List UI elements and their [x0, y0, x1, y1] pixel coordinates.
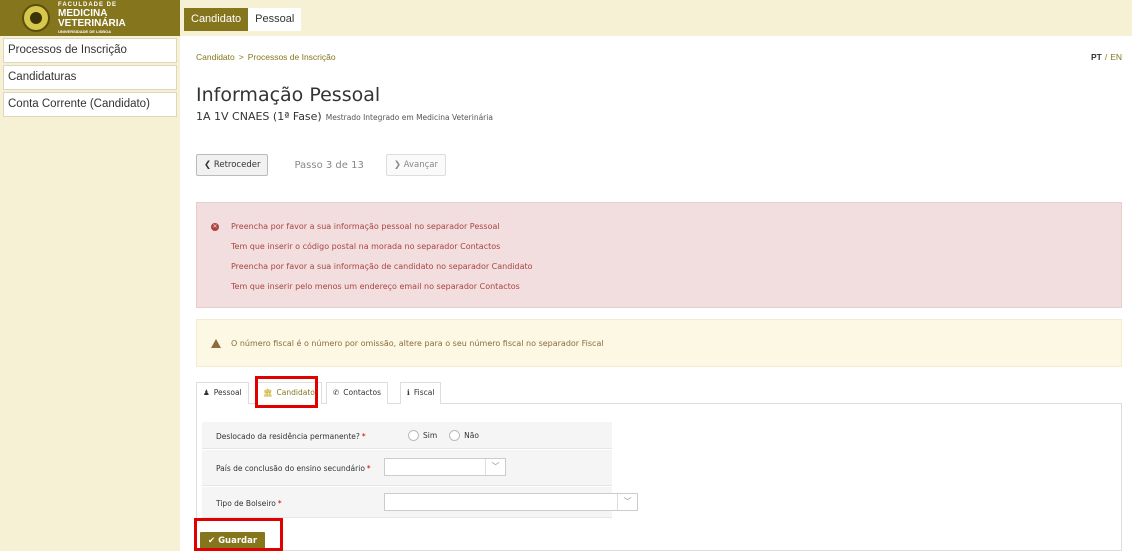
logo-line-2: MEDICINA — [58, 7, 108, 19]
globe-emblem-icon — [22, 4, 50, 32]
warning-triangle-icon — [211, 339, 221, 348]
breadcrumb-separator: > — [238, 52, 244, 62]
page-title: Informação Pessoal — [196, 84, 381, 106]
logo-text: FACULDADE DE MEDICINA VETERINÁRIA UNIVER… — [58, 2, 126, 35]
relocated-label-text: Deslocado da residência permanente? — [216, 432, 360, 441]
stepper: ❮ Retroceder Passo 3 de 13 ❯ Avançar — [196, 154, 446, 176]
warning-message: O número fiscal é o número por omissão, … — [231, 339, 604, 348]
breadcrumb: Candidato > Processos de Inscrição — [196, 52, 336, 62]
logo-line-3: VETERINÁRIA — [58, 17, 126, 29]
phone-icon: ✆ — [333, 388, 340, 397]
step-indicator: Passo 3 de 13 — [294, 159, 364, 171]
relocated-radio-group: Sim Não — [408, 430, 491, 441]
tab-label: Fiscal — [413, 388, 435, 397]
top-nav-tabs: Candidato Pessoal — [184, 8, 302, 31]
error-message: Tem que inserir o código postal na morad… — [231, 242, 501, 251]
top-bar: FACULDADE DE MEDICINA VETERINÁRIA UNIVER… — [0, 0, 1132, 36]
lang-en[interactable]: EN — [1110, 52, 1122, 62]
form-row-scholarship: Tipo de Bolseiro * ﹀ — [202, 487, 638, 518]
scholarship-label: Tipo de Bolseiro * — [216, 499, 282, 508]
error-message: Preencha por favor a sua informação de c… — [231, 262, 533, 271]
error-alert: ✕ Preencha por favor a sua informação pe… — [196, 202, 1122, 308]
lang-separator: / — [1104, 52, 1108, 62]
info-icon: ℹ — [407, 388, 410, 397]
warning-alert: O número fiscal é o número por omissão, … — [196, 319, 1122, 367]
error-message: Preencha por favor a sua informação pess… — [231, 222, 500, 231]
tab-contactos[interactable]: ✆ Contactos — [326, 382, 388, 404]
top-tab-candidato[interactable]: Candidato — [184, 8, 249, 31]
subtitle-course: Mestrado Integrado em Medicina Veterinár… — [325, 113, 493, 122]
faculty-logo[interactable]: FACULDADE DE MEDICINA VETERINÁRIA UNIVER… — [0, 0, 180, 36]
radio-nao-label[interactable]: Não — [464, 431, 479, 440]
user-icon: ♟ — [203, 388, 210, 397]
breadcrumb-item-processos[interactable]: Processos de Inscrição — [248, 52, 336, 62]
radio-sim-label[interactable]: Sim — [423, 431, 437, 440]
scholarship-label-text: Tipo de Bolseiro — [216, 499, 276, 508]
back-button[interactable]: ❮ Retroceder — [196, 154, 269, 176]
page-subtitle: 1A 1V CNAES (1ª Fase) Mestrado Integrado … — [196, 110, 493, 123]
main-content: Candidato > Processos de Inscrição PT / EN I… — [180, 36, 1132, 551]
country-select[interactable]: ﹀ — [384, 458, 506, 476]
highlight-save-button — [194, 518, 283, 551]
error-message: Tem que inserir pelo menos um endereço e… — [231, 282, 520, 291]
tab-pessoal[interactable]: ♟ Pessoal — [196, 382, 249, 404]
logo-line-4: UNIVERSIDADE DE LISBOA — [58, 28, 112, 34]
sidebar: Processos de Inscrição Candidaturas Cont… — [0, 36, 180, 551]
country-label-text: País de conclusão do ensino secundário — [216, 464, 365, 473]
form-tabs: ♟ Pessoal 🏛 Candidato ✆ Contactos ℹ Fiscal — [196, 382, 1122, 404]
required-mark: * — [277, 499, 282, 508]
radio-nao[interactable] — [449, 430, 461, 441]
form-row-relocated: Deslocado da residência permanente? * Sim… — [202, 422, 612, 449]
scholarship-select[interactable]: ﹀ — [384, 493, 638, 511]
tab-label: Contactos — [343, 388, 381, 397]
sidebar-item-processos[interactable]: Processos de Inscrição — [3, 38, 177, 63]
language-switcher: PT / EN — [1091, 52, 1122, 62]
tab-fiscal[interactable]: ℹ Fiscal — [400, 382, 442, 404]
sidebar-item-candidaturas[interactable]: Candidaturas — [3, 65, 177, 90]
chevron-down-icon: ﹀ — [617, 494, 637, 510]
subtitle-phase: 1A 1V CNAES (1ª Fase) — [196, 110, 322, 123]
required-mark: * — [366, 464, 371, 473]
lang-pt[interactable]: PT — [1091, 52, 1102, 62]
radio-sim[interactable] — [408, 430, 419, 441]
next-button[interactable]: ❯ Avançar — [385, 154, 446, 176]
error-circle-icon: ✕ — [211, 223, 219, 231]
top-tab-pessoal[interactable]: Pessoal — [248, 8, 302, 31]
form-row-country: País de conclusão do ensino secundário * … — [202, 450, 612, 486]
breadcrumb-item-candidato[interactable]: Candidato — [196, 52, 235, 62]
tab-label: Pessoal — [213, 388, 242, 397]
sidebar-item-conta-corrente[interactable]: Conta Corrente (Candidato) — [3, 92, 177, 117]
country-label: País de conclusão do ensino secundário * — [216, 464, 371, 473]
chevron-down-icon: ﹀ — [485, 459, 505, 475]
required-mark: * — [361, 432, 366, 441]
relocated-label: Deslocado da residência permanente? * — [216, 432, 366, 441]
